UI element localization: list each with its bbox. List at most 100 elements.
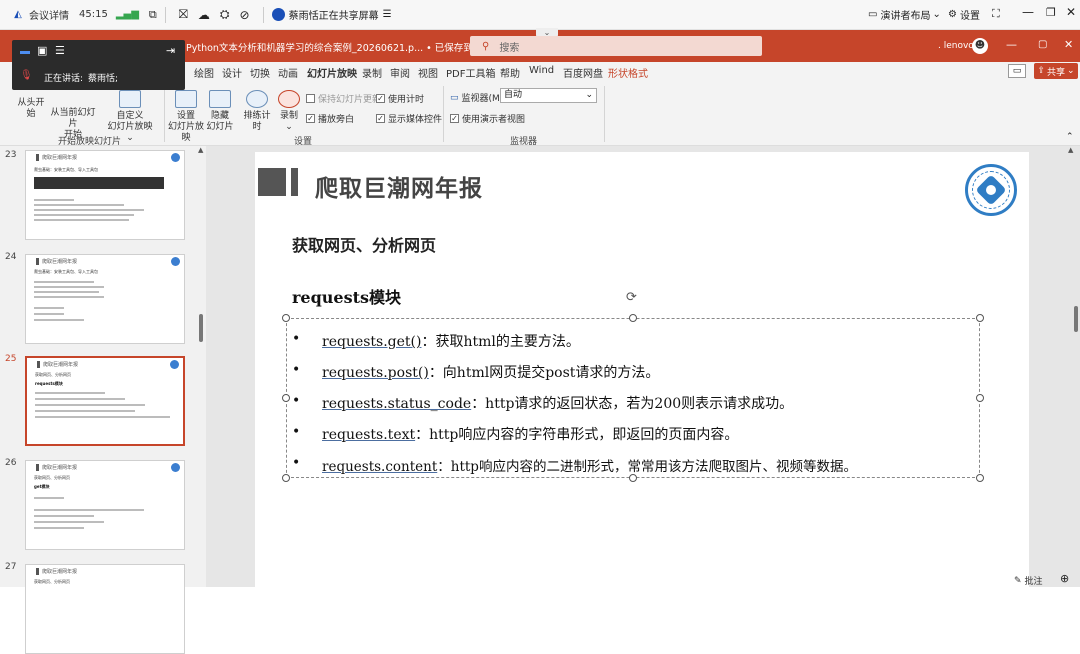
- logo-icon: [171, 153, 180, 162]
- tab-pdf-tools[interactable]: PDF工具箱: [446, 65, 495, 80]
- resize-handle[interactable]: [976, 314, 984, 322]
- custom-slideshow-icon: [119, 90, 141, 108]
- close-icon[interactable]: ✕: [1066, 5, 1076, 19]
- comments-icon[interactable]: ▭: [1008, 64, 1026, 78]
- resize-handle[interactable]: [629, 474, 637, 482]
- setup-slideshow-button[interactable]: 设置 幻灯片放映: [168, 90, 204, 144]
- slide-thumbnail-24[interactable]: 爬取巨潮网年报 爬虫基础：安装工具包、导入工具包: [25, 254, 185, 344]
- hide-slide-button[interactable]: 隐藏 幻灯片: [206, 90, 234, 133]
- maximize-icon[interactable]: ▢: [1038, 39, 1047, 50]
- resize-handle[interactable]: [282, 314, 290, 322]
- record-icon: [278, 90, 300, 108]
- meeting-toolbar: ◭ 会议详情 45:15 ▂▄▆ ⧉ ⛝ ☁ ⛭ ⊘ 蔡雨恬正在共享屏幕 ☰ ▭…: [0, 0, 1080, 30]
- speaking-label: 正在讲话:: [44, 74, 84, 84]
- slide-thumbnail-25[interactable]: 爬取巨潮网年报 获取网页、分析网页 requests模块: [25, 356, 185, 446]
- share-status-text: 蔡雨恬正在共享屏幕: [288, 11, 379, 22]
- use-presenter-view-checkbox[interactable]: ✓ 使用演示者视图: [450, 112, 525, 125]
- record-button[interactable]: 录制 ⌄: [278, 90, 300, 133]
- comments-button[interactable]: ✎ 批注: [1014, 574, 1043, 588]
- show-media-controls-checkbox[interactable]: ✓ 显示媒体控件: [376, 112, 442, 125]
- tab-record[interactable]: 录制: [362, 65, 382, 80]
- tab-view[interactable]: 视图: [418, 65, 438, 80]
- from-start-button[interactable]: 从头开始: [14, 98, 48, 120]
- cloud-icon[interactable]: ☁: [198, 8, 210, 22]
- avatar[interactable]: ☻: [972, 38, 988, 54]
- minimize-icon[interactable]: —: [1022, 5, 1034, 19]
- collapse-icon[interactable]: ⇥: [166, 44, 175, 57]
- meeting-settings-button[interactable]: ⚙ 设置: [948, 7, 980, 22]
- tab-help[interactable]: 帮助: [500, 65, 520, 80]
- tab-wind[interactable]: Wind: [529, 65, 554, 76]
- sharer-avatar: [271, 8, 285, 21]
- resize-handle[interactable]: [976, 394, 984, 402]
- close-icon[interactable]: ✕: [1064, 38, 1073, 51]
- rotate-handle-icon[interactable]: ⟳: [626, 290, 637, 305]
- thumbnail-scrollbar[interactable]: [199, 314, 203, 342]
- setup-slideshow-icon: [175, 90, 197, 108]
- chevron-up-icon[interactable]: ⌃: [1066, 132, 1074, 142]
- editor-scrollbar[interactable]: [1074, 306, 1078, 332]
- tab-baidu-netdisk[interactable]: 百度网盘: [563, 65, 603, 80]
- pane-up-icon[interactable]: ▲: [198, 146, 203, 154]
- menu-icon[interactable]: ☰: [383, 9, 392, 20]
- minimize-icon[interactable]: —: [1006, 38, 1017, 51]
- resize-handle[interactable]: [629, 314, 637, 322]
- people-icon[interactable]: ⛭: [220, 7, 230, 22]
- keep-fresh-checkbox[interactable]: 保持幻灯片更新: [306, 92, 381, 105]
- meeting-logo-icon: ◭: [14, 9, 22, 20]
- section-heading[interactable]: requests模块: [292, 284, 401, 308]
- thumbnail-number: 26: [5, 458, 17, 468]
- slide-thumbnail-23[interactable]: 爬取巨潮网年报 爬虫基础：安装工具包、导入工具包: [25, 150, 185, 240]
- chevron-down-icon: ⌄: [1067, 66, 1075, 76]
- logo-icon: [170, 360, 179, 369]
- search-input[interactable]: ⚲ 搜索: [470, 36, 762, 56]
- resize-handle[interactable]: [976, 474, 984, 482]
- share-off-icon[interactable]: ⛝: [179, 7, 188, 22]
- title-bar-marker-2: [291, 168, 298, 196]
- meeting-details-button[interactable]: ◭ 会议详情: [10, 7, 69, 22]
- stopwatch-icon: [246, 90, 268, 108]
- speaker-name: 蔡雨恬;: [88, 74, 119, 84]
- hide-icon[interactable]: ⊘: [240, 8, 250, 22]
- list-icon[interactable]: ☰: [55, 44, 65, 57]
- floating-speaker-panel[interactable]: ▣ ☰ ⇥ 🎙 正在讲话: 蔡雨恬;: [12, 40, 185, 90]
- monitor-select[interactable]: 自动 ⌄: [500, 88, 597, 103]
- logo-icon: [171, 463, 180, 472]
- ribbon-slideshow: 从头开始 从当前幻灯片 开始 自定义 幻灯片放映 ⌄ 设置 幻灯片放映 隐藏 幻…: [0, 82, 1080, 147]
- thumbnail-number: 23: [5, 150, 17, 160]
- presenter-layout-button[interactable]: ▭ 演讲者布局 ⌄: [868, 7, 941, 22]
- open-external-icon[interactable]: ⧉: [149, 8, 157, 22]
- play-narration-checkbox[interactable]: ✓ 播放旁白: [306, 112, 354, 125]
- resize-handle[interactable]: [282, 474, 290, 482]
- tab-draw[interactable]: 绘图: [194, 65, 214, 80]
- tab-shape-format[interactable]: 形状格式: [608, 65, 648, 80]
- signal-icon: ▂▄▆: [115, 9, 139, 20]
- user-name[interactable]: . lenovo: [938, 41, 974, 51]
- slide-title[interactable]: 爬取巨潮网年报: [315, 169, 483, 203]
- slide-thumbnail-26[interactable]: 爬取巨潮网年报 获取网页、分析网页 get模块: [25, 460, 185, 550]
- editor-up-icon[interactable]: ▲: [1068, 146, 1073, 154]
- zoom-in-icon[interactable]: ⊕: [1060, 572, 1069, 585]
- gear-icon: ⚙: [948, 9, 957, 20]
- slide-subtitle[interactable]: 获取网页、分析网页: [292, 232, 436, 256]
- tab-animations[interactable]: 动画: [278, 65, 298, 80]
- file-title[interactable]: Python文本分析和机器学习的综合案例_20260621.p... • 已保存…: [186, 40, 511, 54]
- tab-transitions[interactable]: 切换: [250, 65, 270, 80]
- layout-icon: ▭: [868, 9, 878, 20]
- restore-icon[interactable]: ❐: [1046, 6, 1056, 19]
- rehearse-timings-button[interactable]: 排练计时: [240, 90, 274, 133]
- share-button[interactable]: ⇪ 共享 ⌄: [1034, 63, 1078, 79]
- resize-handle[interactable]: [282, 394, 290, 402]
- monitor-label: ▭ 监视器(M):: [450, 92, 507, 105]
- use-timing-checkbox[interactable]: ✓ 使用计时: [376, 92, 424, 105]
- fullscreen-icon[interactable]: ⛶: [992, 7, 1000, 21]
- window-icon[interactable]: ▣: [37, 44, 47, 57]
- tab-design[interactable]: 设计: [222, 65, 242, 80]
- logo-icon: [171, 257, 180, 266]
- hide-slide-icon: [209, 90, 231, 108]
- pencil-icon: ✎: [1014, 575, 1022, 586]
- thumbnail-number: 24: [5, 252, 17, 262]
- slide-thumbnails-pane: ▲ 23 爬取巨潮网年报 爬虫基础：安装工具包、导入工具包 24 爬取巨潮网年报…: [0, 146, 206, 654]
- slide-thumbnail-27[interactable]: 爬取巨潮网年报 获取网页、分析网页: [25, 564, 185, 654]
- tab-review[interactable]: 审阅: [390, 65, 410, 80]
